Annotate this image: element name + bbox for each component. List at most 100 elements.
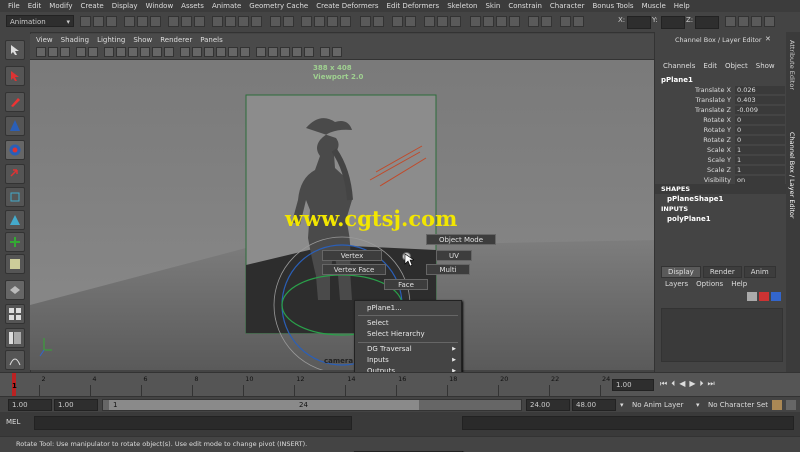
select-object-icon[interactable] [137,16,148,27]
channel-value[interactable]: 0 [735,136,785,144]
range-start-field[interactable]: 1.00 [54,399,98,411]
wireframe-on-shaded-icon[interactable] [204,47,214,57]
time-slider[interactable]: 2 4 6 8 10 12 14 16 18 20 22 24 1 1.00 ⏮⏴◀▶⏵⏭ [0,372,800,397]
layer-menu-help[interactable]: Help [731,280,747,288]
new-layer-icon[interactable] [747,292,757,301]
layout-outliner-icon[interactable] [5,328,25,348]
channel-box-toggle-icon[interactable] [751,16,762,27]
use-all-lights-icon[interactable] [228,47,238,57]
motion-blur-icon[interactable] [292,47,302,57]
safe-action-icon[interactable] [152,47,162,57]
hypergraph-icon[interactable] [509,16,520,27]
channel-value[interactable]: 1 [735,146,785,154]
channel-box-close-icon[interactable]: ✕ [765,35,771,43]
image-plane-icon[interactable] [76,47,86,57]
menu-bonus-tools[interactable]: Bonus Tools [592,2,633,10]
dope-sheet-icon[interactable] [483,16,494,27]
menu-character[interactable]: Character [550,2,585,10]
layer-tab-display[interactable]: Display [661,266,701,278]
mask-joint-icon[interactable] [181,16,192,27]
marking-menu-vertex[interactable]: Vertex [322,250,382,261]
channel-row-translate-z[interactable]: Translate Z -0.009 [655,106,787,116]
range-end-field[interactable]: 24.00 [526,399,570,411]
snap-curve-icon[interactable] [225,16,236,27]
panel-menu-show[interactable]: Show [133,36,152,44]
menu-edit[interactable]: Edit [28,2,42,10]
select-hierarchy-icon[interactable] [124,16,135,27]
save-scene-icon[interactable] [106,16,117,27]
marking-menu-vertex-face[interactable]: Vertex Face [322,264,386,275]
textured-icon[interactable] [216,47,226,57]
layout-single-pane-icon[interactable] [5,280,25,300]
shape-node-name[interactable]: pPlaneShape1 [667,195,723,203]
render-view-icon[interactable] [301,16,312,27]
channel-box-object-name[interactable]: pPlane1 [661,76,693,84]
layout-four-icon[interactable] [541,16,552,27]
y-field[interactable] [661,16,685,29]
end-time-field[interactable]: 48.00 [572,399,616,411]
context-menu-item-select-hierarchy[interactable]: Select Hierarchy [355,329,461,340]
channel-box-tab[interactable]: Channel Box / Layer Editor [788,132,796,219]
x-field[interactable] [627,16,651,29]
mask-curve-icon[interactable] [194,16,205,27]
attribute-editor-tab[interactable]: Attribute Editor [788,40,796,90]
channel-value[interactable]: 0 [735,116,785,124]
lasso-tool-icon[interactable] [5,66,25,86]
show-manipulator-icon[interactable] [5,232,25,252]
menu-muscle[interactable]: Muscle [642,2,666,10]
scale-tool-icon[interactable] [5,164,25,184]
graph-editor-icon[interactable] [470,16,481,27]
select-tool-icon[interactable] [5,40,25,60]
menu-animate[interactable]: Animate [212,2,241,10]
mel-label[interactable]: MEL [6,418,20,426]
context-menu-item-inputs[interactable]: Inputs ▶ [355,355,461,366]
resolution-gate-icon[interactable] [116,47,126,57]
paint-select-tool-icon[interactable] [5,92,25,112]
xray-icon[interactable] [256,47,266,57]
construction-history-icon[interactable] [283,16,294,27]
menu-window[interactable]: Window [146,2,174,10]
layer-editor-toggle-icon[interactable] [764,16,775,27]
channel-row-rotate-y[interactable]: Rotate Y 0 [655,126,787,136]
menu-help[interactable]: Help [674,2,690,10]
history-icon[interactable] [270,16,281,27]
context-menu-item-select[interactable]: Select [355,318,461,329]
viewport-3d[interactable]: 388 x 408 Viewport 2.0 camera www.cgtsj.… [30,60,654,370]
grid-icon[interactable] [88,47,98,57]
gate-mask-icon[interactable] [128,47,138,57]
character-set-label[interactable]: No Character Set [708,401,768,409]
panel-menu-panels[interactable]: Panels [200,36,223,44]
panel-menu-renderer[interactable]: Renderer [160,36,192,44]
anim-layer-icon[interactable]: ▾ [620,401,624,409]
channel-row-scale-y[interactable]: Scale Y 1 [655,156,787,166]
menu-skin[interactable]: Skin [485,2,500,10]
marking-menu-face[interactable]: Face [384,279,428,290]
input-node-name[interactable]: polyPlane1 [667,215,711,223]
shadows-icon[interactable] [240,47,250,57]
channel-box-menu-channels[interactable]: Channels [663,62,695,70]
outliner-icon[interactable] [373,16,384,27]
marking-menu-multi[interactable]: Multi [426,264,470,275]
preferences-icon[interactable] [786,400,796,410]
playback-controls[interactable]: ⏮⏴◀▶⏵⏭ [660,379,719,389]
layer-tab-render[interactable]: Render [702,266,742,278]
channel-box-menu-object[interactable]: Object [725,62,748,70]
move-tool-icon[interactable] [5,116,25,136]
current-frame-field[interactable]: 1.00 [612,379,654,391]
channel-value[interactable]: 0.026 [735,86,785,94]
rotate-tool-icon[interactable] [5,140,25,160]
bookmarks-icon[interactable] [60,47,70,57]
input-line-icon[interactable] [392,16,403,27]
marking-menu-uv[interactable]: UV [436,250,472,261]
snap-point-icon[interactable] [238,16,249,27]
channel-value[interactable]: 0 [735,126,785,134]
z-field[interactable] [695,16,719,29]
channel-value[interactable]: 1 [735,156,785,164]
command-input[interactable] [34,416,352,430]
anim-layer-label[interactable]: No Anim Layer [632,401,683,409]
render-settings-icon[interactable] [340,16,351,27]
menu-create-deformers[interactable]: Create Deformers [316,2,378,10]
layout-single-icon[interactable] [528,16,539,27]
menu-assets[interactable]: Assets [181,2,204,10]
sculpt-icon[interactable] [424,16,435,27]
